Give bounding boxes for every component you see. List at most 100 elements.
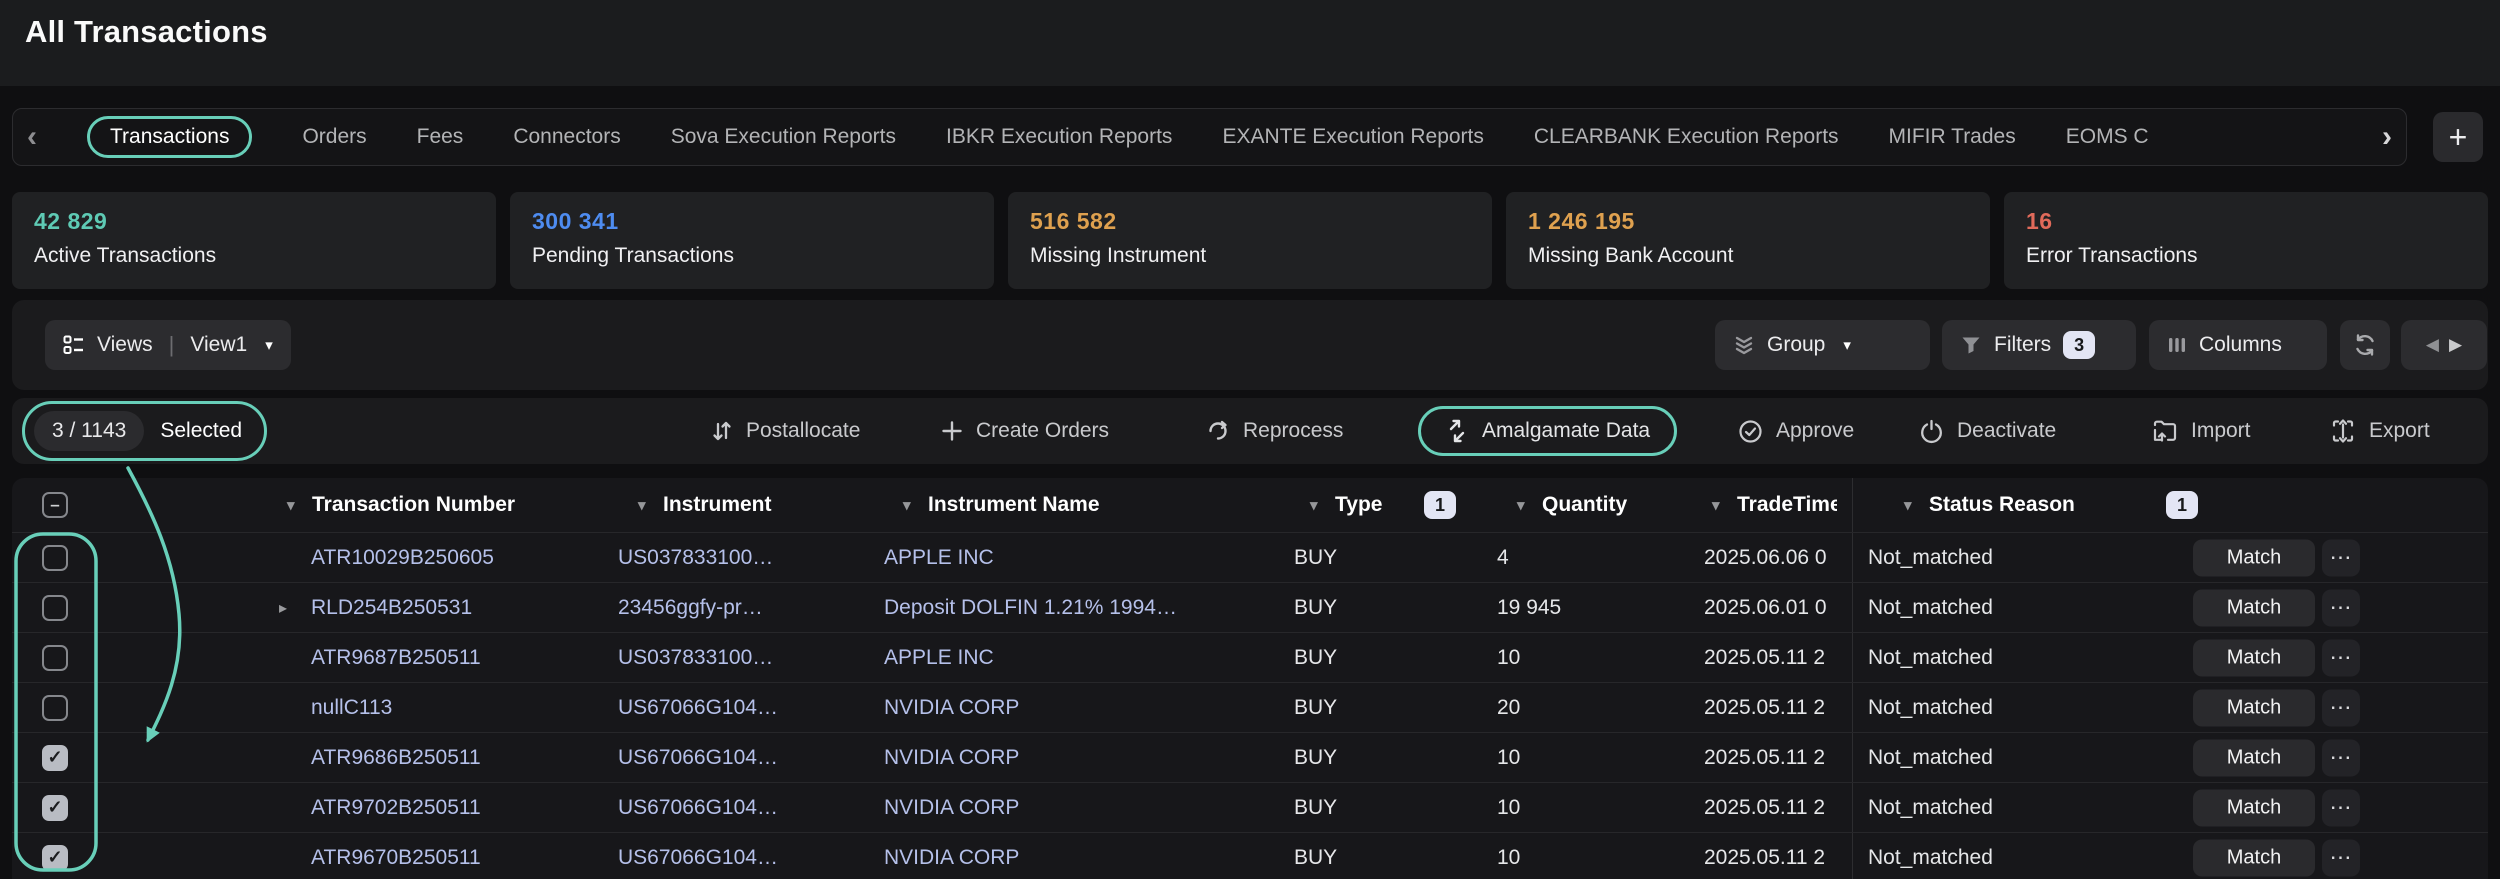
chevron-down-icon: ▾ [265,336,273,354]
row-more-icon[interactable]: ⋯ [2322,739,2360,776]
columns-button[interactable]: Columns [2149,320,2327,370]
tab-orders[interactable]: Orders [302,125,366,149]
match-button[interactable]: Match [2193,789,2315,826]
row-checkbox[interactable] [42,595,68,621]
row-checkbox[interactable]: ✓ [42,745,68,771]
instrument-name-link[interactable]: APPLE INC [884,646,994,670]
amalgamate-annotation-outline[interactable]: Amalgamate Data [1418,406,1677,456]
approve-button[interactable]: Approve [1738,398,1854,464]
transaction-number-link[interactable]: ATR9670B250511 [311,846,481,870]
deactivate-button[interactable]: Deactivate [1919,398,2056,464]
refresh-button[interactable] [2340,320,2390,370]
row-more-icon[interactable]: ⋯ [2322,539,2360,576]
create-orders-button[interactable]: Create Orders [941,398,1109,464]
instrument-name-link[interactable]: APPLE INC [884,546,994,570]
row-checkbox[interactable]: ✓ [42,845,68,871]
row-more-icon[interactable]: ⋯ [2322,589,2360,626]
table-row: ▸ RLD254B250531 23456ggfy-pr… Deposit DO… [12,582,2488,632]
sort-icon[interactable]: ▾ [638,496,646,514]
stat-value: 516 582 [1030,208,1470,235]
select-all-checkbox[interactable]: – [42,492,68,518]
sort-icon[interactable]: ▾ [1310,496,1318,514]
instrument-link[interactable]: US037833100… [618,546,773,570]
instrument-name-link[interactable]: NVIDIA CORP [884,746,1019,770]
postallocate-button[interactable]: Postallocate [711,398,860,464]
row-checkbox[interactable] [42,545,68,571]
tab-fees[interactable]: Fees [417,125,464,149]
match-button[interactable]: Match [2193,739,2315,776]
tab-mifir-trades[interactable]: MIFIR Trades [1889,125,2016,149]
row-more-icon[interactable]: ⋯ [2322,839,2360,876]
columns-icon [2167,334,2187,356]
match-button[interactable]: Match [2193,639,2315,676]
sort-icon[interactable]: ▾ [1712,496,1720,514]
stat-card-pending: 300 341 Pending Transactions [510,192,994,289]
filter-funnel-icon [1960,334,1982,356]
match-button[interactable]: Match [2193,839,2315,876]
col-header-quantity[interactable]: Quantity [1542,493,1627,517]
views-selector[interactable]: Views | View1 ▾ [45,320,291,370]
type-cell: BUY [1294,796,1337,820]
col-header-instrument[interactable]: Instrument [663,493,772,517]
tab-transactions[interactable]: Transactions [87,116,252,158]
row-expander-icon[interactable]: ▸ [279,598,287,618]
row-more-icon[interactable]: ⋯ [2322,689,2360,726]
reprocess-button[interactable]: Reprocess [1206,398,1343,464]
prev-icon[interactable]: ◀ [2426,335,2439,355]
instrument-link[interactable]: US67066G104… [618,696,778,720]
col-header-transaction-number[interactable]: Transaction Number [312,493,515,517]
tab-ibkr-execution-reports[interactable]: IBKR Execution Reports [946,125,1172,149]
instrument-link[interactable]: 23456ggfy-pr… [618,596,763,620]
instrument-link[interactable]: US67066G104… [618,796,778,820]
trade-time-cell: 2025.05.11 2 [1704,796,1842,820]
transaction-number-link[interactable]: ATR9686B250511 [311,746,481,770]
row-checkbox[interactable]: ✓ [42,795,68,821]
col-header-status-reason[interactable]: Status Reason [1929,493,2075,517]
sort-icon[interactable]: ▾ [287,496,295,514]
type-cell: BUY [1294,846,1337,870]
transaction-number-link[interactable]: nullC113 [311,696,392,720]
reprocess-label: Reprocess [1243,419,1343,443]
match-button[interactable]: Match [2193,589,2315,626]
sort-icon[interactable]: ▾ [903,496,911,514]
tabs-scroll-right-icon[interactable]: › [2382,122,2392,152]
instrument-link[interactable]: US67066G104… [618,846,778,870]
tabs-scroll-left-icon[interactable]: ‹ [27,122,37,152]
sort-icon[interactable]: ▾ [1904,496,1912,514]
filters-button[interactable]: Filters 3 [1942,320,2136,370]
instrument-name-link[interactable]: NVIDIA CORP [884,696,1019,720]
next-icon[interactable]: ▶ [2449,335,2462,355]
transaction-number-link[interactable]: ATR9702B250511 [311,796,481,820]
swap-vertical-icon [711,419,733,443]
export-button[interactable]: Export [2330,398,2430,464]
match-button[interactable]: Match [2193,539,2315,576]
instrument-name-link[interactable]: NVIDIA CORP [884,846,1019,870]
tab-clearbank-execution-reports[interactable]: CLEARBANK Execution Reports [1534,125,1839,149]
transaction-number-link[interactable]: ATR10029B250605 [311,546,494,570]
group-button[interactable]: Group ▾ [1715,320,1930,370]
add-tab-button[interactable]: + [2433,112,2483,162]
row-more-icon[interactable]: ⋯ [2322,789,2360,826]
match-button[interactable]: Match [2193,689,2315,726]
import-button[interactable]: Import [2152,398,2251,464]
col-header-trade-time[interactable]: TradeTime [1737,493,1837,517]
instrument-name-link[interactable]: Deposit DOLFIN 1.21% 1994… [884,596,1177,620]
trade-time-cell: 2025.05.11 2 [1704,846,1842,870]
tab-eoms[interactable]: EOMS C [2066,125,2149,149]
stat-cards: 42 829 Active Transactions 300 341 Pendi… [12,192,2488,289]
row-more-icon[interactable]: ⋯ [2322,639,2360,676]
instrument-link[interactable]: US67066G104… [618,746,778,770]
pagination-arrows[interactable]: ◀ ▶ [2401,320,2487,370]
tab-exante-execution-reports[interactable]: EXANTE Execution Reports [1222,125,1483,149]
tab-connectors[interactable]: Connectors [513,125,620,149]
tab-sova-execution-reports[interactable]: Sova Execution Reports [671,125,896,149]
instrument-name-link[interactable]: NVIDIA CORP [884,796,1019,820]
instrument-link[interactable]: US037833100… [618,646,773,670]
sort-icon[interactable]: ▾ [1517,496,1525,514]
row-checkbox[interactable] [42,695,68,721]
transaction-number-link[interactable]: RLD254B250531 [311,596,472,620]
transaction-number-link[interactable]: ATR9687B250511 [311,646,481,670]
col-header-type[interactable]: Type [1335,493,1382,517]
row-checkbox[interactable] [42,645,68,671]
col-header-instrument-name[interactable]: Instrument Name [928,493,1100,517]
